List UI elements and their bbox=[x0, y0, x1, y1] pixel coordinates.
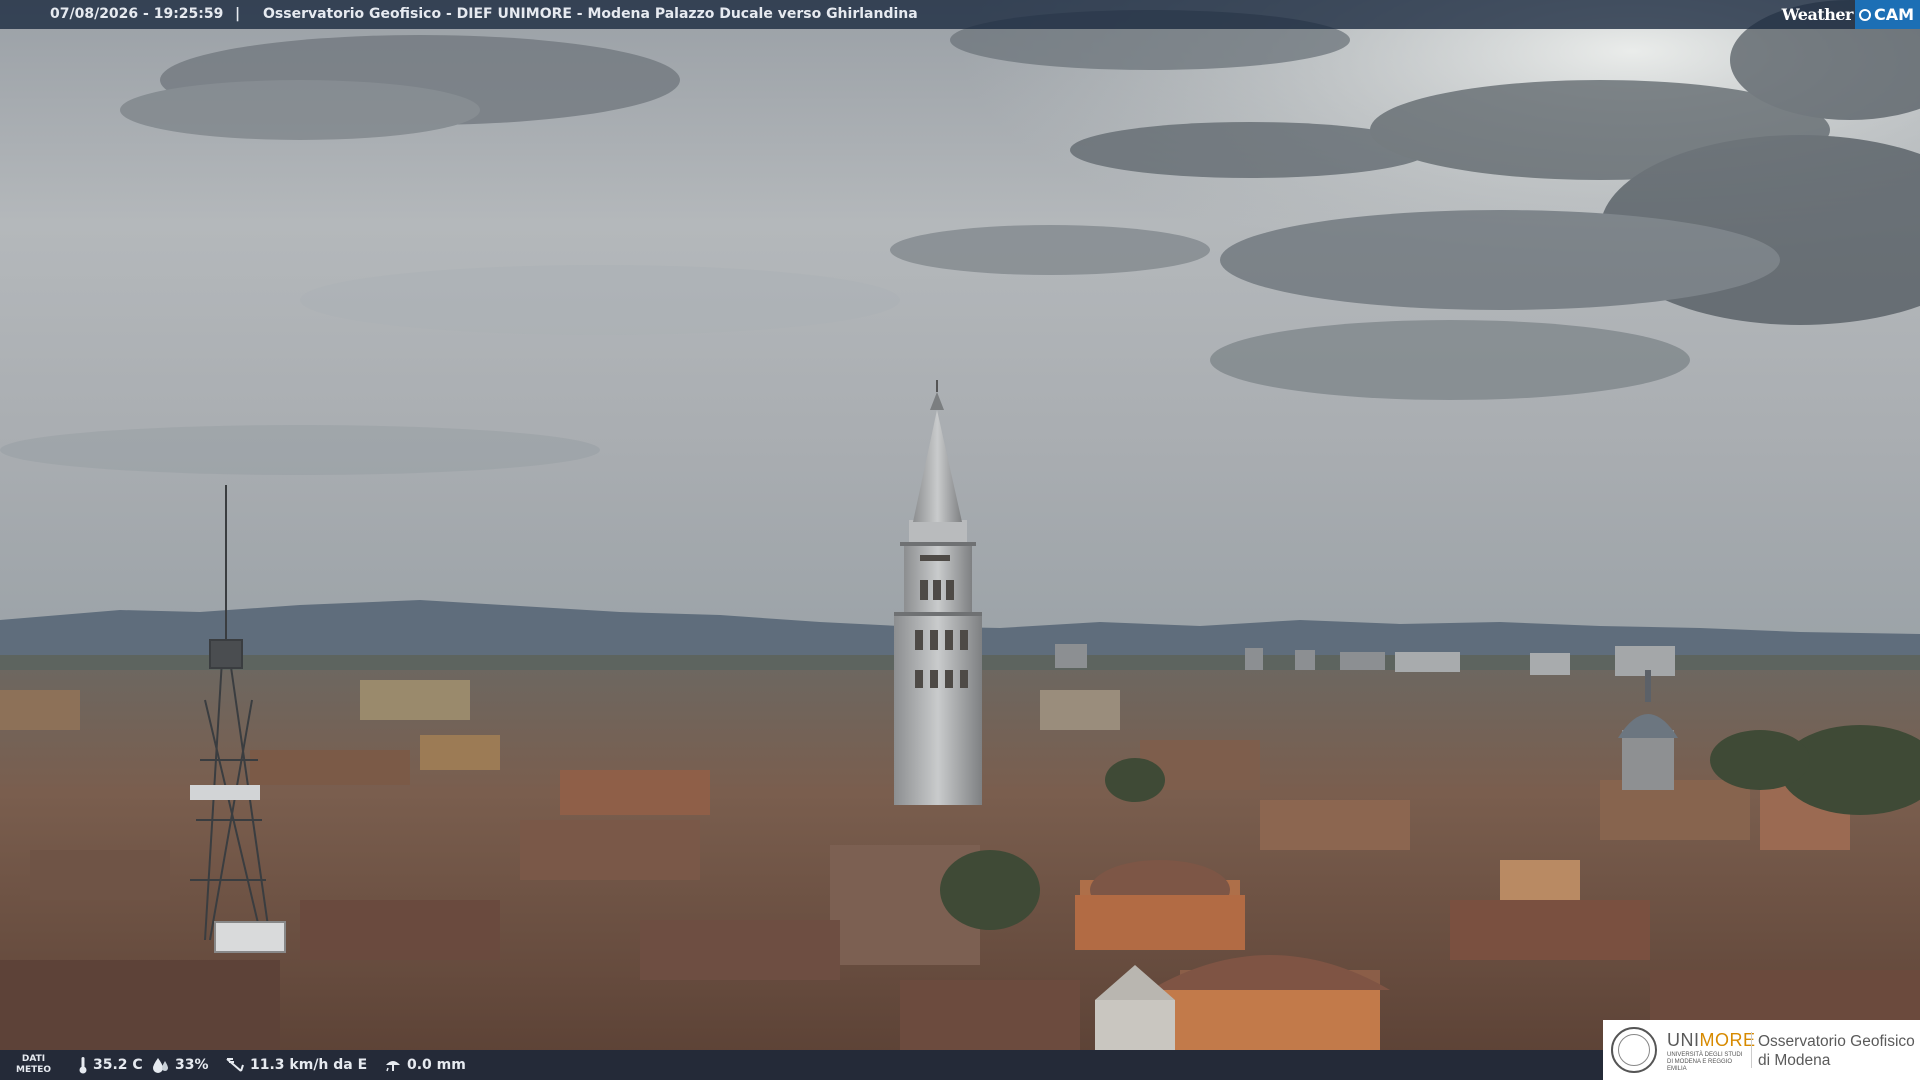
brand-cam: CAM bbox=[1873, 5, 1914, 24]
humidity-reading: 33% bbox=[152, 1050, 209, 1080]
webcam-scene bbox=[0, 0, 1920, 1080]
unimore-wordmark: UNIMORE bbox=[1667, 1030, 1756, 1051]
dati-line2: METEO bbox=[16, 1065, 52, 1075]
separator: | bbox=[235, 6, 241, 22]
logo-divider bbox=[1751, 1032, 1752, 1068]
brand-cam-box: CAM bbox=[1854, 0, 1920, 29]
unimore-observatory-logo: UNIMORE UNIVERSITÀ DEGLI STUDI DI MODENA… bbox=[1603, 1020, 1920, 1080]
brand-weather: Weather bbox=[1781, 5, 1854, 24]
wind-reading: 11.3 km/h da E bbox=[225, 1050, 367, 1080]
temperature-reading: 35.2 C bbox=[78, 1050, 143, 1080]
dati-line1: DATI bbox=[21, 1054, 46, 1064]
weather-data-bar: DATI METEO 35.2 C 33% 11.3 km/h da E 0.0… bbox=[0, 1050, 1610, 1080]
humidity-drop-icon bbox=[153, 1058, 168, 1073]
rain-value: 0.0 mm bbox=[407, 1057, 466, 1073]
lens-icon bbox=[1858, 8, 1871, 21]
weathercam-logo: Weather CAM bbox=[1782, 0, 1920, 29]
camera-title: Osservatorio Geofisico - DIEF UNIMORE - … bbox=[263, 6, 918, 22]
unimore-subtitle: UNIVERSITÀ DEGLI STUDI DI MODENA E REGGI… bbox=[1667, 1052, 1743, 1072]
humidity-value: 33% bbox=[175, 1057, 209, 1073]
rain-reading: 0.0 mm bbox=[384, 1050, 466, 1080]
timestamp: 07/08/2026 - 19:25:59 bbox=[50, 6, 224, 22]
unimore-more: MORE bbox=[1699, 1030, 1756, 1050]
wind-value: 11.3 km/h da E bbox=[250, 1057, 368, 1073]
temperature-value: 35.2 C bbox=[93, 1057, 143, 1073]
info-bar-top: 07/08/2026 - 19:25:59 | Osservatorio Geo… bbox=[0, 0, 1920, 29]
dati-meteo-label: DATI METEO bbox=[16, 1054, 51, 1076]
unimore-uni: UNI bbox=[1667, 1030, 1700, 1050]
rain-gauge-icon bbox=[386, 1061, 400, 1072]
wind-icon bbox=[226, 1058, 244, 1072]
observatory-name: Osservatorio Geofisico di Modena bbox=[1758, 1032, 1915, 1070]
observatory-line2: di Modena bbox=[1758, 1052, 1831, 1069]
thermometer-icon bbox=[79, 1057, 87, 1074]
university-seal-icon bbox=[1611, 1027, 1657, 1073]
observatory-line1: Osservatorio Geofisico bbox=[1758, 1033, 1915, 1050]
